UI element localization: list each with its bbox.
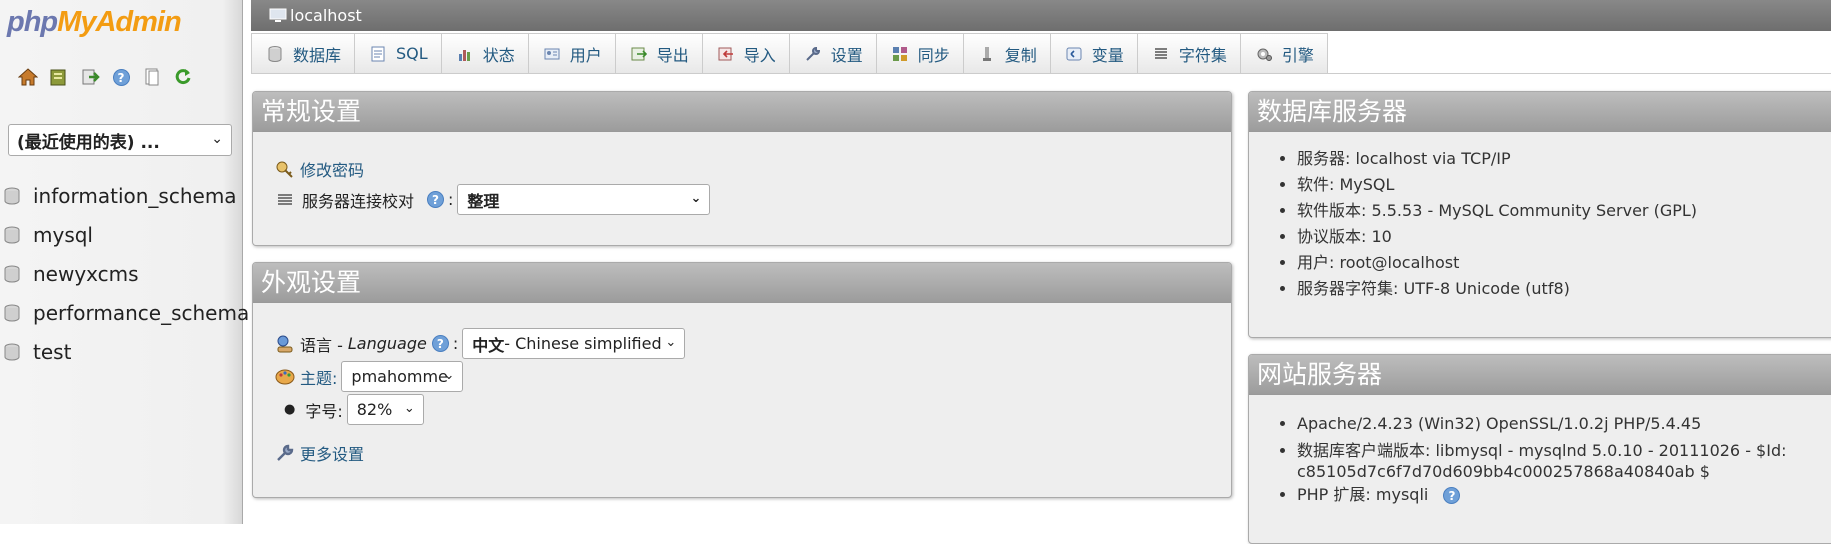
database-item[interactable]: test (0, 332, 249, 371)
reload-icon[interactable] (173, 67, 193, 87)
server-icon (269, 8, 287, 22)
web-server-info-list: Apache/2.4.23 (Win32) OpenSSL/1.0.2j PHP… (1249, 411, 1819, 508)
tab-databases[interactable]: 数据库 (251, 33, 356, 74)
collation-row: 服务器连接校对 ? : 整理 ⌄ (277, 184, 711, 215)
chevron-down-icon: ⌄ (443, 368, 455, 383)
tab-replication[interactable]: 复制 (963, 33, 1051, 74)
list-item: 软件版本: 5.5.53 - MySQL Community Server (G… (1297, 198, 1697, 224)
appearance-settings-panel: 外观设置 语言 - Language ? : 中文 - Chinese simp… (252, 262, 1232, 498)
more-settings-row: 更多设置 (275, 441, 364, 465)
panel-title: 网站服务器 (1249, 355, 1831, 395)
list-item: 用户: root@localhost (1297, 250, 1697, 276)
recent-tables-select[interactable]: (最近使用的表) ... ⌄ (8, 124, 232, 156)
engine-icon (1256, 46, 1272, 62)
db-server-info-list: 服务器: localhost via TCP/IP 软件: MySQL 软件版本… (1249, 146, 1697, 302)
list-item: 数据库客户端版本: libmysql - mysqlnd 5.0.10 - 20… (1297, 437, 1819, 482)
change-password-link[interactable]: 修改密码 (300, 157, 364, 181)
list-item: 服务器字符集: UTF-8 Unicode (utf8) (1297, 276, 1697, 302)
key-icon (276, 161, 293, 178)
home-icon[interactable] (18, 67, 38, 87)
replication-icon (979, 46, 995, 62)
breadcrumb: localhost (251, 0, 1831, 31)
fontsize-label: 字号: (305, 401, 343, 421)
collation-label: 服务器连接校对 (302, 191, 415, 211)
database-icon (4, 304, 20, 321)
export-icon (631, 46, 647, 62)
users-icon (544, 46, 560, 62)
database-tree: information_schema mysql newyxcms perfor… (0, 176, 249, 371)
wrench-icon (277, 444, 294, 461)
database-item[interactable]: information_schema (0, 176, 249, 215)
database-item[interactable]: mysql (0, 215, 249, 254)
database-item[interactable]: newyxcms (0, 254, 249, 293)
sync-icon (892, 46, 908, 62)
palette-icon (275, 369, 295, 384)
database-server-panel: 数据库服务器 服务器: localhost via TCP/IP 软件: MyS… (1248, 91, 1831, 338)
docs-icon[interactable] (142, 67, 162, 87)
tab-settings[interactable]: 设置 (789, 33, 877, 74)
list-item: 软件: MySQL (1297, 172, 1697, 198)
panel-title: 常规设置 (253, 92, 1231, 132)
database-icon (4, 265, 20, 282)
wrench-icon (805, 46, 821, 62)
language-select[interactable]: 中文 - Chinese simplified ⌄ (462, 328, 686, 359)
database-item[interactable]: performance_schema (0, 293, 249, 332)
help-icon[interactable]: ? (427, 191, 445, 208)
tab-charsets[interactable]: 字符集 (1137, 33, 1241, 74)
tab-sync[interactable]: 同步 (876, 33, 964, 74)
tab-status[interactable]: 状态 (441, 33, 529, 74)
phpmyadmin-logo[interactable]: phpMyAdmin (7, 6, 182, 39)
list-icon (278, 193, 292, 205)
language-icon (277, 335, 293, 352)
help-icon[interactable]: ? (431, 335, 449, 352)
nav-icon-bar: ? (18, 67, 193, 87)
tab-import[interactable]: 导入 (702, 33, 790, 74)
main-tabs: 数据库 SQL 状态 用户 导出 导入 设置 同步 复制 变量 字符集 引擎 (251, 33, 1831, 74)
panel-title: 数据库服务器 (1249, 92, 1831, 132)
database-icon[interactable] (49, 67, 69, 87)
chevron-down-icon: ⌄ (211, 131, 223, 147)
list-item: 协议版本: 10 (1297, 224, 1697, 250)
server-name[interactable]: localhost (290, 6, 362, 25)
tab-users[interactable]: 用户 (528, 33, 616, 74)
database-icon (4, 187, 20, 204)
more-settings-link[interactable]: 更多设置 (300, 441, 364, 465)
help-icon[interactable]: ? (1443, 487, 1461, 504)
fontsize-select[interactable]: 82% ⌄ (346, 394, 424, 425)
logout-icon[interactable] (80, 67, 100, 87)
theme-select[interactable]: pmahomme ⌄ (341, 361, 464, 392)
theme-label[interactable]: 主题: (300, 365, 337, 389)
change-password-row: 修改密码 (275, 157, 364, 181)
status-icon (457, 46, 473, 62)
theme-row: 主题: pmahomme ⌄ (275, 361, 464, 392)
charset-icon (1153, 46, 1169, 62)
chevron-down-icon: ⌄ (690, 191, 702, 206)
panel-title: 外观设置 (253, 263, 1231, 303)
sql-icon (370, 46, 386, 62)
chevron-down-icon: ⌄ (665, 335, 677, 350)
fontsize-row: ● 字号: 82% ⌄ (284, 394, 424, 425)
import-icon (718, 46, 734, 62)
help-icon[interactable]: ? (111, 67, 131, 87)
tab-sql[interactable]: SQL (355, 33, 442, 74)
navigation-panel: phpMyAdmin ? (最近使用的表) ... ⌄ information_… (0, 0, 249, 524)
variables-icon (1066, 46, 1082, 62)
chevron-down-icon: ⌄ (403, 401, 415, 416)
database-icon (4, 226, 20, 243)
list-item: 服务器: localhost via TCP/IP (1297, 146, 1697, 172)
tab-variables[interactable]: 变量 (1050, 33, 1138, 74)
general-settings-panel: 常规设置 修改密码 服务器连接校对 ? : 整理 ⌄ (252, 91, 1232, 246)
bullet: ● (284, 402, 296, 417)
web-server-panel: 网站服务器 Apache/2.4.23 (Win32) OpenSSL/1.0.… (1248, 354, 1831, 544)
language-row: 语言 - Language ? : 中文 - Chinese simplifie… (275, 328, 686, 359)
collation-select[interactable]: 整理 ⌄ (457, 184, 711, 215)
tab-engines[interactable]: 引擎 (1240, 33, 1328, 74)
tab-export[interactable]: 导出 (615, 33, 703, 74)
database-icon (267, 45, 283, 62)
list-item: PHP 扩展: mysqli ? (1297, 482, 1819, 508)
database-icon (4, 343, 20, 360)
list-item: Apache/2.4.23 (Win32) OpenSSL/1.0.2j PHP… (1297, 411, 1819, 437)
